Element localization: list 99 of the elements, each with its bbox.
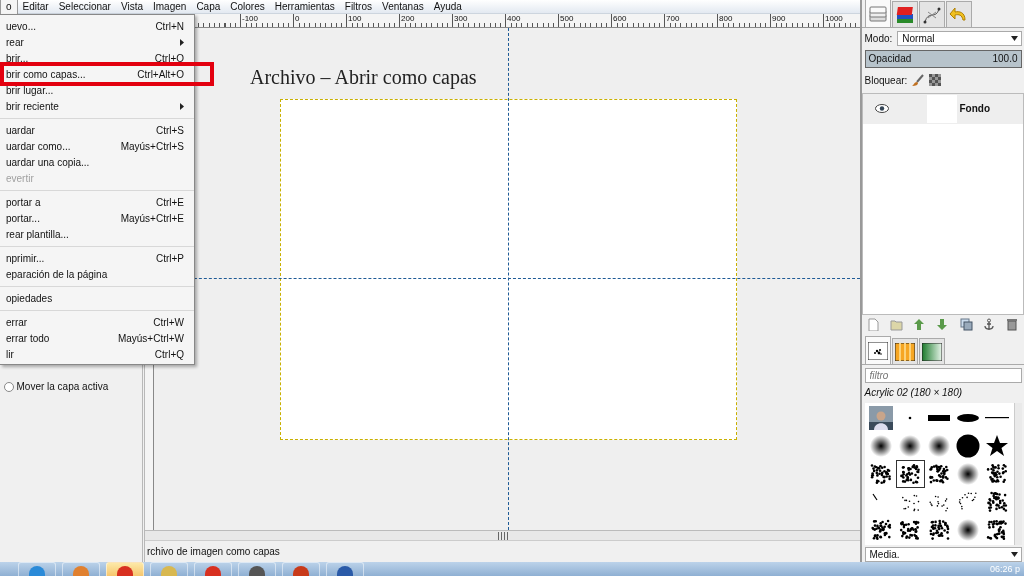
menu-entry[interactable]: uevo... Ctrl+N [0, 18, 194, 34]
menu-entry[interactable]: errar todo Mayús+Ctrl+W [0, 330, 194, 346]
taskbar-button[interactable] [18, 562, 56, 576]
menu-item[interactable]: Filtros [339, 0, 377, 14]
brush-preview[interactable] [985, 461, 1009, 486]
menu-entry[interactable]: brir... Ctrl+O [0, 50, 194, 66]
filter-field[interactable]: filtro [864, 367, 1022, 383]
option-label: Mover la capa activa [16, 380, 109, 394]
dropdown-arrow-icon [1010, 35, 1018, 41]
color-layers-icon [895, 5, 915, 24]
menu-item[interactable]: Ventanas [377, 0, 429, 14]
radio-button[interactable] [4, 381, 14, 392]
brush-preview[interactable] [956, 433, 980, 458]
checkerboard-icon[interactable] [929, 74, 942, 86]
menu-entry[interactable]: lir Ctrl+Q [0, 346, 194, 362]
menu-entry[interactable]: brir como capas... Ctrl+Alt+O [0, 66, 194, 82]
ruler-label: 300 [454, 14, 468, 23]
down-arrow-icon[interactable] [936, 318, 950, 332]
menu-item[interactable]: Ayuda [428, 0, 467, 14]
ruler-label: -100 [242, 14, 258, 23]
opacity-slider[interactable]: Opacidad 100.0 [864, 49, 1022, 68]
pattern-icon [895, 342, 915, 361]
brush-preview[interactable] [869, 433, 893, 458]
brush-icon[interactable] [912, 74, 925, 86]
menu-item[interactable]: o [0, 0, 18, 14]
brush-preview[interactable] [898, 433, 922, 458]
ruler-label: 600 [613, 14, 627, 23]
menu-entry[interactable]: rear plantilla... [0, 226, 194, 242]
menu-entry[interactable]: uardar como... Mayús+Ctrl+S [0, 138, 194, 154]
taskbar-button[interactable] [326, 562, 364, 576]
brush-preview[interactable] [956, 461, 980, 486]
brush-preview[interactable] [985, 517, 1009, 542]
menu-entry[interactable]: uardar una copia... [0, 154, 194, 170]
anchor-icon[interactable] [982, 318, 996, 332]
status-text: rchivo de imagen como capas [147, 545, 280, 559]
taskbar-button[interactable] [282, 562, 320, 576]
menu-entry[interactable]: errar Ctrl+W [0, 314, 194, 330]
brush-preview[interactable] [869, 461, 893, 486]
menu-item[interactable]: Seleccionar [53, 0, 116, 14]
taskbar-button[interactable] [106, 562, 144, 576]
mode-dropdown[interactable]: Normal [897, 30, 1022, 46]
ruler-label: 100 [348, 14, 362, 23]
brush-preview[interactable] [956, 517, 980, 542]
path-icon [922, 5, 942, 24]
ruler-label: 0 [295, 14, 300, 23]
horizontal-scrollbar[interactable] [145, 530, 860, 540]
gradient-icon [922, 342, 942, 361]
brush-preview[interactable] [927, 433, 951, 458]
menu-item[interactable]: Colores [225, 0, 270, 14]
brush-preview[interactable] [927, 517, 951, 542]
panel-tab[interactable] [865, 336, 891, 364]
ruler-label: 200 [401, 14, 415, 23]
ruler-label: 900 [772, 14, 786, 23]
duplicate-icon[interactable] [959, 318, 973, 332]
menu-entry[interactable]: rear [0, 34, 194, 50]
menu-entry[interactable]: opiedades [0, 290, 194, 306]
curved-arrow-icon [949, 5, 969, 24]
brush-preview[interactable] [869, 517, 893, 542]
layer-name: Fondo [959, 102, 991, 116]
eye-icon[interactable] [875, 104, 889, 113]
ruler-label: 500 [560, 14, 574, 23]
mode-label: Modo: [864, 31, 893, 46]
taskbar-button[interactable] [194, 562, 232, 576]
panel-tab[interactable] [919, 338, 945, 364]
menu-entry[interactable]: portar... Mayús+Ctrl+E [0, 210, 194, 226]
up-arrow-icon[interactable] [913, 318, 927, 332]
menu-item[interactable]: Editar [17, 0, 54, 14]
ruler-label: 700 [666, 14, 680, 23]
submenu-arrow-icon [180, 102, 184, 110]
taskbar-button[interactable] [238, 562, 276, 576]
menu-item[interactable]: Capa [191, 0, 226, 14]
ruler-label: 1000 [825, 14, 843, 23]
clock-text: 06:26 p [989, 563, 1021, 576]
submenu-arrow-icon [180, 38, 184, 46]
brush-name: Acrylic 02 (180 × 180) [864, 386, 964, 400]
vertical-scrollbar[interactable] [1013, 402, 1022, 545]
ruler-label: 800 [719, 14, 733, 23]
dropdown-arrow-icon [1010, 552, 1018, 557]
canvas-caption: Archivo – Abrir como capas [250, 65, 478, 89]
lock-label: Bloquear: [864, 73, 908, 88]
menu-item[interactable]: Vista [115, 0, 148, 14]
stack-icon [868, 4, 888, 23]
brush-icon [868, 341, 888, 360]
trash-icon[interactable] [1005, 318, 1019, 332]
menu-item[interactable]: Imagen [148, 0, 192, 14]
menu-item[interactable]: Herramientas [269, 0, 340, 14]
brush-preview[interactable] [985, 433, 1009, 458]
menu-entry[interactable]: uardar Ctrl+S [0, 122, 194, 138]
menu-entry[interactable]: nprimir... Ctrl+P [0, 250, 194, 266]
menu-entry[interactable]: brir reciente [0, 98, 194, 114]
menu-entry[interactable]: portar a Ctrl+E [0, 194, 194, 210]
panel-tab[interactable] [892, 1, 918, 27]
menu-entry[interactable]: brir lugar... [0, 82, 194, 98]
category-dropdown[interactable]: Media. [864, 547, 1022, 562]
brush-preview[interactable] [898, 461, 922, 486]
brush-preview[interactable] [985, 489, 1009, 514]
ruler-label: 400 [507, 14, 521, 23]
menu-entry[interactable]: eparación de la página [0, 266, 194, 282]
layer-row[interactable]: Fondo [863, 93, 1023, 124]
